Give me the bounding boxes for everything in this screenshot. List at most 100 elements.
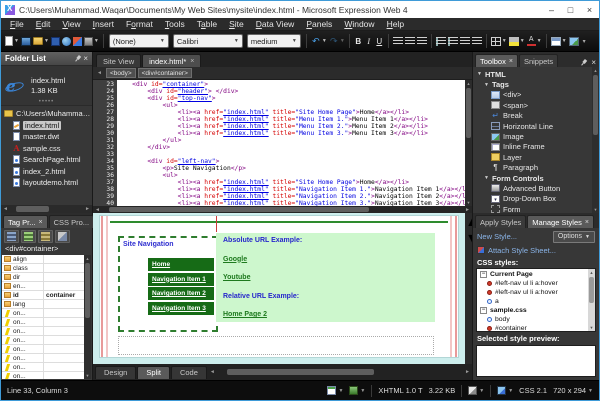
- italic-button[interactable]: I: [364, 33, 374, 50]
- tag-property-row[interactable]: on...: [2, 318, 84, 327]
- design-link[interactable]: Google: [223, 256, 428, 263]
- design-link[interactable]: Home Page 2: [223, 311, 428, 318]
- scroll-thumb[interactable]: [109, 207, 369, 212]
- file-item[interactable]: layoutdemo.html: [1, 177, 92, 189]
- folder-root-item[interactable]: C:\Users\Muhammad.Waqar\Do: [1, 108, 92, 120]
- tag-property-row[interactable]: on...: [2, 336, 84, 345]
- menu-site[interactable]: Site: [223, 19, 250, 29]
- new-document-button[interactable]: ▼: [4, 33, 20, 50]
- font-select[interactable]: Calibri▼: [173, 34, 243, 48]
- style-item-row[interactable]: body: [477, 315, 588, 324]
- attach-stylesheet-link[interactable]: Attach Style Sheet...: [488, 246, 556, 255]
- visual-aids-icon[interactable]: ▼: [468, 386, 484, 395]
- toolbox-group-tags[interactable]: ▼Tags: [477, 79, 592, 89]
- tag-property-row[interactable]: on...: [2, 309, 84, 318]
- scroll-right-arrow[interactable]: ►: [463, 207, 472, 213]
- design-page[interactable]: Site Navigation HomeNavigation Item 1Nav…: [99, 215, 459, 358]
- scroll-thumb[interactable]: [589, 277, 594, 303]
- menu-view[interactable]: View: [56, 19, 86, 29]
- tag-property-row[interactable]: class: [2, 264, 84, 273]
- undo-button[interactable]: ↶▼: [310, 33, 328, 50]
- save-button[interactable]: [50, 33, 61, 50]
- show-alphabetized-button[interactable]: [21, 230, 36, 243]
- font-size-select[interactable]: medium▼: [247, 34, 301, 48]
- design-vscrollbar[interactable]: ▲ ▼: [465, 213, 472, 364]
- menu-format[interactable]: Format: [120, 19, 159, 29]
- breadcrumb-container-tag[interactable]: <div#container>: [138, 68, 192, 78]
- underline-button[interactable]: U: [374, 33, 385, 50]
- menu-help[interactable]: Help: [381, 19, 410, 29]
- file-item[interactable]: SearchPage.html: [1, 154, 92, 166]
- tag-property-row[interactable]: on...: [2, 345, 84, 354]
- tag-properties-vscrollbar[interactable]: ▲ ▼: [84, 255, 91, 379]
- scroll-left-arrow[interactable]: ◄: [1, 206, 10, 212]
- close-icon[interactable]: ×: [39, 219, 43, 226]
- close-icon[interactable]: ×: [509, 58, 513, 65]
- file-item[interactable]: index.html: [1, 120, 92, 132]
- increase-indent-button[interactable]: [471, 33, 483, 50]
- close-icon[interactable]: ×: [591, 59, 596, 67]
- tab-site-view[interactable]: Site View: [96, 54, 141, 67]
- toolbox-item-drop-down-box[interactable]: ▾Drop-Down Box: [477, 194, 592, 204]
- highlight-button[interactable]: ▼: [508, 33, 526, 50]
- style-group-row[interactable]: −sample.css: [477, 306, 588, 315]
- insert-table-button[interactable]: ▼: [550, 33, 568, 50]
- tab-index-html[interactable]: index.html*×: [142, 54, 201, 67]
- decrease-indent-button[interactable]: [459, 33, 471, 50]
- menu-panels[interactable]: Panels: [300, 19, 338, 29]
- toolbox-item-break[interactable]: ↵Break: [477, 111, 592, 121]
- collapse-icon[interactable]: −: [480, 271, 487, 278]
- empty-footer-region[interactable]: [118, 336, 434, 355]
- tag-property-row[interactable]: on...: [2, 372, 84, 379]
- close-icon[interactable]: ×: [83, 55, 88, 63]
- style-select[interactable]: (None)▼: [109, 34, 169, 48]
- bullet-list-button[interactable]: [447, 33, 459, 50]
- font-color-button[interactable]: A▼: [526, 33, 543, 50]
- menu-table[interactable]: Table: [191, 19, 223, 29]
- style-item-row[interactable]: a: [477, 297, 588, 306]
- tab-split-view[interactable]: Split: [137, 366, 170, 379]
- design-view[interactable]: Site Navigation HomeNavigation Item 1Nav…: [93, 213, 472, 364]
- tag-property-row[interactable]: lang: [2, 300, 84, 309]
- styles-vscrollbar[interactable]: ▲ ▼: [588, 269, 595, 331]
- scroll-thumb[interactable]: [593, 75, 598, 135]
- scroll-thumb[interactable]: [466, 88, 471, 138]
- splitter-handle[interactable]: •••••: [39, 99, 55, 105]
- align-center-button[interactable]: [404, 33, 416, 50]
- tag-property-row[interactable]: en...: [2, 282, 84, 291]
- collapse-icon[interactable]: −: [480, 307, 487, 314]
- scroll-thumb[interactable]: [227, 369, 375, 375]
- tab-css-properties[interactable]: CSS Pro...: [49, 215, 94, 228]
- close-icon[interactable]: ×: [190, 58, 194, 65]
- align-right-button[interactable]: [416, 33, 428, 50]
- toolbox-item-advanced-button[interactable]: Advanced Button: [477, 183, 592, 193]
- toolbox-item-inline-frame[interactable]: Inline Frame: [477, 142, 592, 152]
- open-site-button[interactable]: [20, 33, 32, 50]
- publish-button[interactable]: [72, 33, 83, 50]
- file-item[interactable]: master.dwt: [1, 131, 92, 143]
- design-nav-link[interactable]: Home: [148, 258, 214, 271]
- options-button[interactable]: Options▼: [553, 231, 595, 243]
- show-attributes-button[interactable]: [55, 230, 70, 243]
- open-file-button[interactable]: ▼: [32, 33, 50, 50]
- css-schema-indicator[interactable]: CSS 2.1: [519, 386, 547, 395]
- style-item-row[interactable]: #left-nav ul li a:hover: [477, 288, 588, 297]
- scroll-left-arrow[interactable]: ◄: [208, 369, 217, 375]
- code-vscrollbar[interactable]: ▲ ▼: [465, 80, 472, 206]
- import-button[interactable]: ▼: [83, 33, 100, 50]
- tab-apply-styles[interactable]: Apply Styles: [475, 215, 526, 228]
- insert-picture-button[interactable]: [568, 33, 580, 50]
- borders-button[interactable]: ▼: [490, 33, 508, 50]
- code-hscrollbar[interactable]: ◄ ►: [93, 206, 472, 213]
- toolbox-item--span-[interactable]: <span>: [477, 100, 592, 110]
- scroll-thumb[interactable]: [16, 206, 49, 212]
- tag-property-row[interactable]: on...: [2, 363, 84, 372]
- maximize-button[interactable]: □: [561, 2, 580, 18]
- tab-manage-styles[interactable]: Manage Styles×: [527, 215, 594, 228]
- style-item-row[interactable]: #left-nav ul li a:hover: [477, 279, 588, 288]
- menu-insert[interactable]: Insert: [87, 19, 120, 29]
- doctype-indicator[interactable]: XHTML 1.0 T: [378, 386, 422, 395]
- breadcrumb-back-arrow[interactable]: ◄: [95, 70, 104, 76]
- save-status-icon[interactable]: ▼: [349, 386, 365, 395]
- file-status-icon[interactable]: ▼: [327, 386, 343, 395]
